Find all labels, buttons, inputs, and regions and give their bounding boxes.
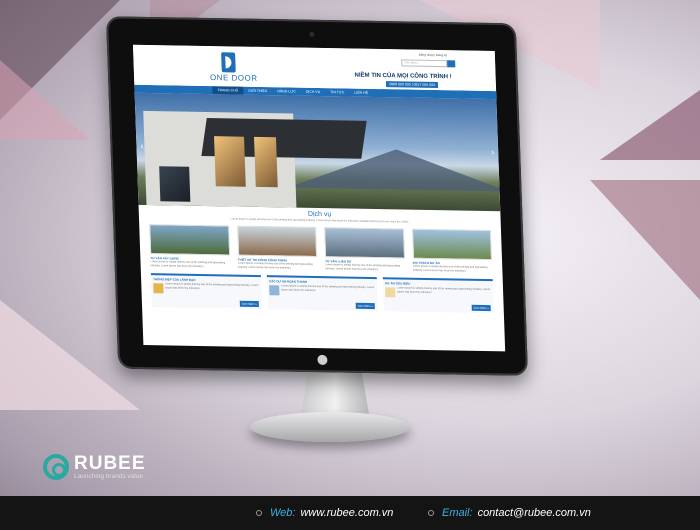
footer-bar: Web: www.rubee.com.vn Email: contact@rub… — [0, 496, 700, 530]
service-card[interactable]: TƯ VẤN LUẬN SỬ Lorem Ipsum is simply dum… — [324, 227, 405, 272]
web-link[interactable]: www.rubee.com.vn — [300, 507, 393, 519]
service-image — [411, 228, 493, 260]
site-header: ONE DOOR Đăng nhập | Đăng ký Tìm kiếm...… — [132, 44, 497, 92]
bullet-icon — [428, 510, 434, 516]
read-more-button[interactable]: Xem thêm » — [239, 300, 259, 308]
hero-house-image — [143, 110, 367, 208]
service-image — [149, 223, 230, 256]
footer-web: Web: www.rubee.com.vn — [256, 507, 393, 519]
house-window — [159, 166, 191, 202]
site-slogan: NIỀM TIN CỦA MỌI CÔNG TRÌNH ! — [354, 72, 452, 81]
info-box-thumbnail — [385, 287, 396, 298]
brand-logo: RUBEE Launching brands value — [43, 454, 146, 480]
info-box: THÔNG ĐIỆP CỦA LÃNH ĐẠO Lorem Ipsum is s… — [150, 273, 263, 310]
info-boxes-row: THÔNG ĐIỆP CỦA LÃNH ĐẠO Lorem Ipsum is s… — [141, 267, 504, 314]
house-window — [254, 136, 278, 188]
service-image — [236, 225, 318, 257]
service-card[interactable]: ĐỊA TRẠCH DỰ ÁN Lorem Ipsum is simply du… — [411, 228, 493, 274]
email-label: Email: — [442, 507, 473, 519]
service-text: Lorem Ipsum is simply dummy text of the … — [325, 263, 401, 271]
background-shard — [600, 90, 700, 160]
brand-name: RUBEE — [74, 452, 146, 474]
web-label: Web: — [270, 507, 296, 519]
info-box-text: Lorem Ipsum is simply dummy text of the … — [165, 282, 259, 290]
website-screen: ONE DOOR Đăng nhập | Đăng ký Tìm kiếm...… — [132, 44, 506, 352]
background-shard — [0, 60, 90, 140]
background-shard — [590, 180, 700, 300]
slider-prev-icon[interactable]: ‹ — [140, 141, 143, 151]
house-window — [214, 136, 246, 187]
monitor: ONE DOOR Đăng nhập | Đăng ký Tìm kiếm...… — [105, 16, 529, 376]
hero-slider: ‹ › — [134, 92, 501, 212]
info-box: DỰ ÁN TIÊU BIỂU Lorem Ipsum is simply du… — [382, 277, 494, 314]
service-text: Lorem Ipsum is simply dummy text of the … — [237, 261, 313, 270]
read-more-button[interactable]: Xem thêm » — [355, 302, 375, 310]
logo-text: ONE DOOR — [209, 73, 258, 83]
rubee-swirl-icon — [43, 454, 69, 480]
bullet-icon — [256, 510, 262, 516]
monitor-stand-base — [250, 412, 410, 442]
search-input[interactable]: Tìm kiếm... — [401, 59, 448, 68]
service-image — [324, 227, 405, 259]
hotline-badge: 0988 000 000 | 0917 000 000 — [386, 81, 439, 89]
info-box-thumbnail — [153, 283, 164, 294]
service-text: Lorem Ipsum is simply dummy text of the … — [412, 264, 488, 273]
logo-door-icon — [221, 52, 236, 73]
service-card[interactable]: TƯ VẤN XÂY DỰNG Lorem Ipsum is simply du… — [149, 223, 230, 269]
service-text: Lorem Ipsum is simply dummy text of the … — [150, 260, 226, 268]
services-row: TƯ VẤN XÂY DỰNG Lorem Ipsum is simply du… — [139, 221, 502, 274]
search-button[interactable] — [447, 60, 456, 68]
footer-email: Email: contact@rubee.com.vn — [428, 507, 591, 519]
info-box-text: Lorem Ipsum is simply dummy text of the … — [397, 286, 491, 294]
site-logo[interactable]: ONE DOOR — [209, 52, 258, 83]
apple-logo-icon: ● — [316, 352, 329, 368]
top-links[interactable]: Đăng nhập | Đăng ký — [419, 53, 447, 57]
info-box-text: Lorem Ipsum is simply dummy text of the … — [281, 284, 375, 292]
email-link[interactable]: contact@rubee.com.vn — [478, 507, 591, 519]
service-card[interactable]: THIẾT KẾ THI CÔNG CÔNG TRÌNH Lorem Ipsum… — [236, 225, 318, 271]
slider-next-icon[interactable]: › — [491, 147, 494, 157]
brand-tagline: Launching brands value — [74, 472, 144, 480]
info-box-thumbnail — [269, 285, 280, 296]
info-box: CÁC DỰ ÁN HOÀN THÀNH Lorem Ipsum is simp… — [266, 275, 378, 312]
read-more-button[interactable]: Xem thêm » — [471, 304, 491, 312]
camera-dot — [309, 31, 315, 37]
